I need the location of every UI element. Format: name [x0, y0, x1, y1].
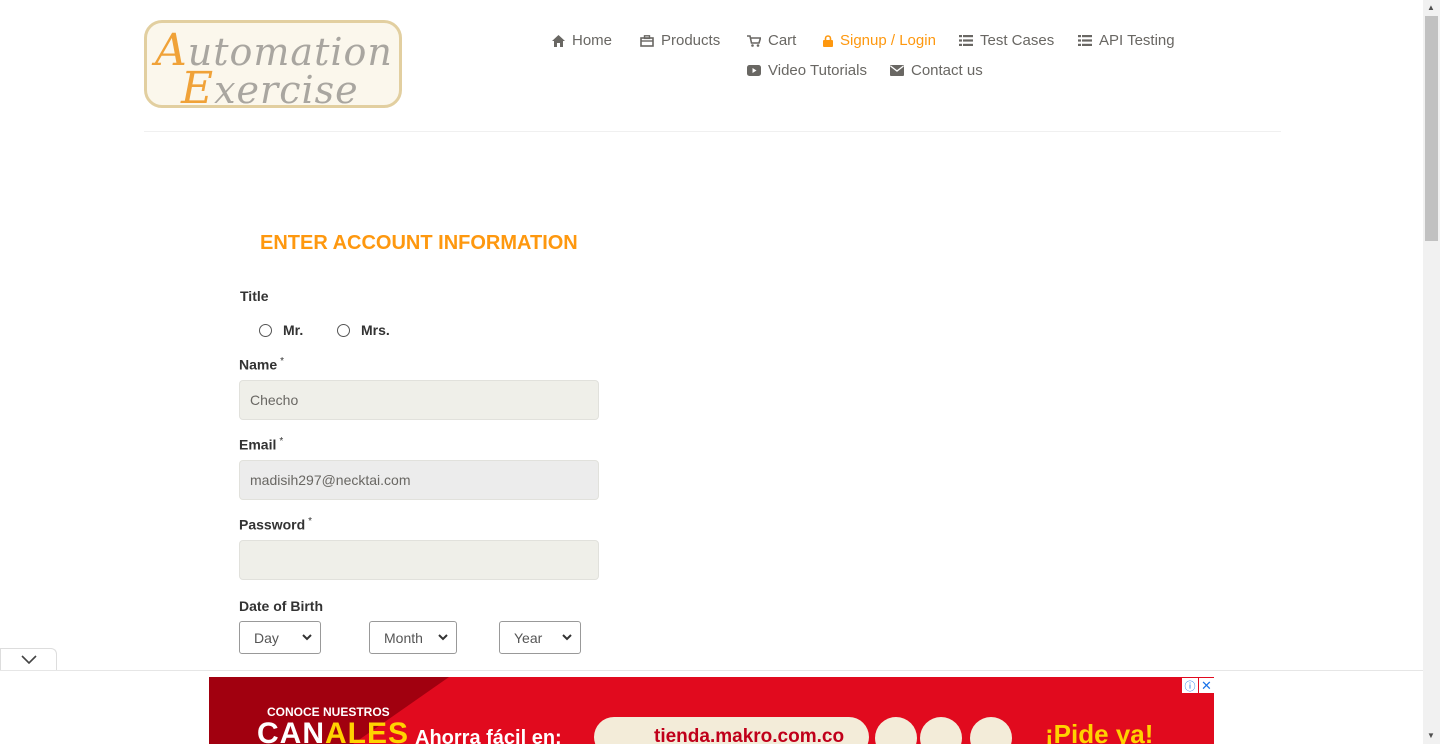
email-input[interactable]: madisih297@necktai.com [239, 460, 599, 500]
required-mark: * [308, 516, 313, 527]
dob-month-value: Month [384, 629, 423, 646]
page-scrollbar[interactable]: ▲ ▼ [1423, 0, 1440, 744]
home-icon [552, 34, 565, 47]
nav-home[interactable]: Home [552, 32, 612, 49]
dob-month-select[interactable]: Month [369, 621, 457, 654]
nav-api-testing-label: API Testing [1099, 32, 1175, 49]
nav-cart[interactable]: Cart [747, 32, 796, 49]
youtube-icon [747, 65, 761, 76]
ad-banner[interactable]: CONOCE NUESTROS CANALES Ahorra fácil en:… [209, 677, 1214, 744]
list-icon [959, 35, 973, 46]
nav-contact-us-label: Contact us [911, 62, 983, 79]
name-input[interactable]: Checho [239, 380, 599, 420]
logo-line-2: Exercise [181, 63, 359, 108]
nav-signup-login-label: Signup / Login [840, 32, 936, 49]
email-label-text: Email [239, 436, 277, 453]
title-mrs-label[interactable]: Mrs. [361, 322, 390, 338]
chevron-down-icon [20, 655, 37, 664]
site-header: Automation Exercise Home Products Cart S… [0, 0, 1423, 133]
ad-icon-cart [875, 717, 917, 744]
ad-close-icon[interactable]: ✕ [1199, 678, 1214, 693]
nav-api-testing[interactable]: API Testing [1078, 32, 1175, 49]
list-icon [1078, 35, 1092, 46]
scroll-down-arrow-icon[interactable]: ▼ [1427, 731, 1435, 740]
nav-signup-login[interactable]: Signup / Login [823, 32, 936, 49]
ad-cta: ¡Pide ya! [1045, 719, 1154, 744]
chevron-down-icon [562, 634, 572, 641]
ad-brand-yellow: ALES [325, 717, 410, 744]
envelope-icon [890, 65, 904, 76]
dob-day-select[interactable]: Day [239, 621, 321, 654]
nav-home-label: Home [572, 32, 613, 49]
ad-url-pill: tienda.makro.com.co [594, 717, 869, 744]
header-divider [144, 131, 1281, 132]
nav-products-label: Products [661, 32, 721, 49]
nav-cart-label: Cart [768, 32, 797, 49]
dob-label: Date of Birth [239, 598, 323, 614]
nav-test-cases[interactable]: Test Cases [959, 32, 1054, 49]
chevron-down-icon [438, 634, 448, 641]
dob-day-value: Day [254, 629, 279, 646]
title-mr-label[interactable]: Mr. [283, 322, 303, 338]
lock-icon [823, 34, 833, 47]
ad-collapse-toggle[interactable] [0, 648, 57, 670]
form-heading: ENTER ACCOUNT INFORMATION [260, 232, 578, 254]
ad-icon-rappi [920, 717, 962, 744]
ad-info-icon[interactable]: ⓘ [1182, 678, 1198, 693]
nav-video-tutorials-label: Video Tutorials [768, 62, 867, 79]
ad-brand: CANALES [257, 717, 409, 744]
nav-contact-us[interactable]: Contact us [890, 62, 983, 79]
nav-products[interactable]: Products [640, 32, 720, 49]
password-label-text: Password [239, 516, 306, 533]
ad-icon-app [970, 717, 1012, 744]
required-mark: * [279, 436, 284, 447]
dob-year-select[interactable]: Year [499, 621, 581, 654]
ad-url: tienda.makro.com.co [654, 726, 845, 744]
ad-tagline: Ahorra fácil en: [415, 727, 562, 744]
ad-brand-white: CAN [257, 717, 325, 744]
chevron-down-icon [302, 634, 312, 641]
password-label: Password * [239, 516, 312, 533]
required-mark: * [280, 356, 285, 367]
title-mrs-radio[interactable] [337, 324, 350, 337]
scroll-thumb[interactable] [1425, 16, 1438, 241]
title-mr-radio[interactable] [259, 324, 272, 337]
password-input[interactable] [239, 540, 599, 580]
scroll-up-arrow-icon[interactable]: ▲ [1427, 3, 1435, 12]
dob-year-value: Year [514, 629, 543, 646]
title-label: Title [240, 288, 269, 304]
cart-icon [747, 34, 761, 47]
name-label: Name * [239, 356, 284, 373]
products-icon [640, 34, 654, 47]
name-label-text: Name [239, 356, 278, 373]
nav-test-cases-label: Test Cases [980, 32, 1055, 49]
email-label: Email * [239, 436, 283, 453]
nav-video-tutorials[interactable]: Video Tutorials [747, 62, 867, 79]
site-logo[interactable]: Automation Exercise [144, 20, 402, 108]
